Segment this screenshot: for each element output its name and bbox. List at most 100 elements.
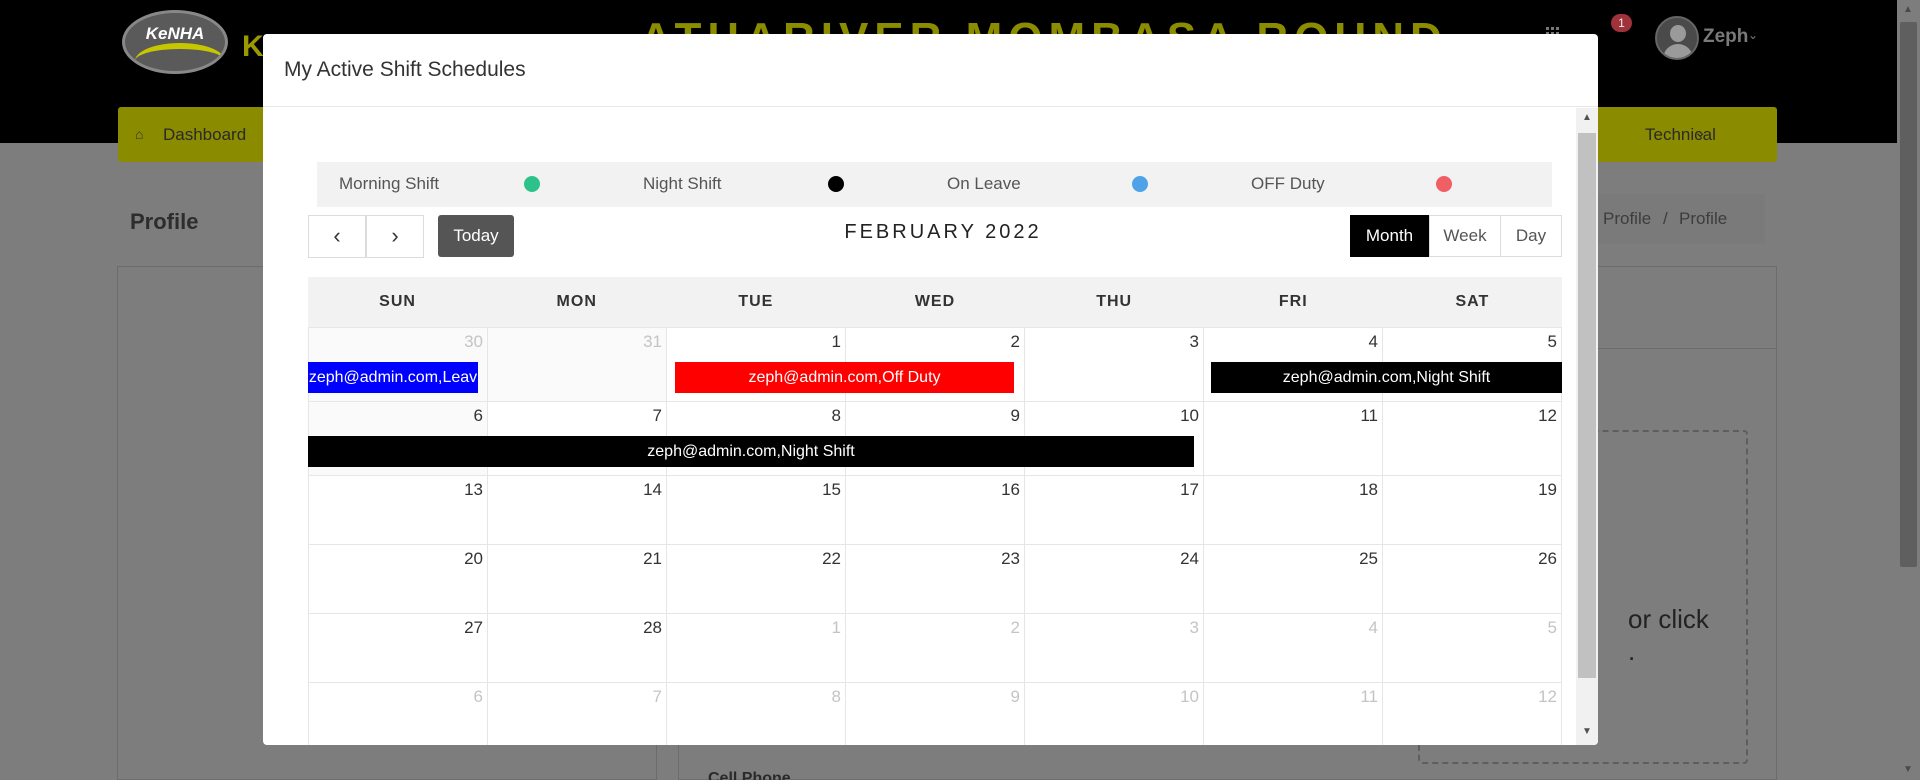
calendar-day-cell[interactable]: 3 — [1025, 328, 1204, 401]
calendar-day-cell[interactable]: 24 — [1025, 545, 1204, 613]
scroll-down-icon[interactable]: ▼ — [1582, 726, 1592, 737]
calendar-day-cell[interactable]: 11 — [1204, 683, 1383, 745]
user-name[interactable]: Zeph — [1703, 26, 1748, 48]
day-number[interactable]: 16 — [1001, 480, 1020, 500]
day-number[interactable]: 3 — [1190, 618, 1199, 638]
day-number[interactable]: 22 — [822, 549, 841, 569]
day-number[interactable]: 21 — [643, 549, 662, 569]
day-number[interactable]: 10 — [1180, 687, 1199, 707]
day-number[interactable]: 31 — [643, 332, 662, 352]
breadcrumb-item[interactable]: Profile — [1603, 209, 1651, 229]
chevron-down-icon[interactable]: ⌄ — [1694, 123, 1707, 141]
today-button[interactable]: Today — [438, 215, 514, 257]
shift-event[interactable]: zeph@admin.com,Night Shift — [1211, 362, 1562, 393]
day-number[interactable]: 11 — [1360, 406, 1378, 426]
calendar-day-cell[interactable]: 23 — [846, 545, 1025, 613]
calendar-day-cell[interactable]: 25 — [1204, 545, 1383, 613]
shift-event[interactable]: zeph@admin.com,Night Shift — [308, 436, 1194, 467]
view-month-button[interactable]: Month — [1350, 215, 1429, 257]
day-number[interactable]: 2 — [1011, 618, 1020, 638]
chevron-down-icon[interactable]: ⌄ — [1748, 28, 1758, 42]
day-number[interactable]: 5 — [1548, 618, 1557, 638]
calendar-day-cell[interactable]: 14 — [488, 476, 667, 544]
day-number[interactable]: 12 — [1538, 687, 1557, 707]
calendar-day-cell[interactable]: 8 — [667, 683, 846, 745]
day-number[interactable]: 17 — [1180, 480, 1199, 500]
calendar-day-cell[interactable]: 5 — [1383, 614, 1562, 682]
calendar-day-cell[interactable]: 4 — [1204, 614, 1383, 682]
day-number[interactable]: 18 — [1359, 480, 1378, 500]
day-number[interactable]: 7 — [653, 406, 662, 426]
calendar-day-cell[interactable]: 15 — [667, 476, 846, 544]
notification-badge[interactable]: 1 — [1611, 14, 1632, 32]
calendar-day-cell[interactable]: 26 — [1383, 545, 1562, 613]
day-number[interactable]: 8 — [832, 687, 841, 707]
day-number[interactable]: 8 — [832, 406, 841, 426]
day-number[interactable]: 13 — [464, 480, 483, 500]
scroll-down-icon[interactable]: ▼ — [1903, 764, 1913, 775]
view-week-button[interactable]: Week — [1429, 215, 1501, 257]
scrollbar-thumb[interactable] — [1900, 22, 1917, 567]
modal-scrollbar[interactable]: ▲ ▼ — [1576, 108, 1598, 745]
day-number[interactable]: 1 — [832, 618, 841, 638]
day-number[interactable]: 4 — [1369, 618, 1378, 638]
calendar-day-cell[interactable]: 18 — [1204, 476, 1383, 544]
day-number[interactable]: 25 — [1359, 549, 1378, 569]
day-number[interactable]: 7 — [653, 687, 662, 707]
calendar-day-cell[interactable]: 12 — [1383, 683, 1562, 745]
view-day-button[interactable]: Day — [1500, 215, 1562, 257]
day-number[interactable]: 11 — [1360, 687, 1378, 707]
day-number[interactable]: 1 — [832, 332, 841, 352]
day-number[interactable]: 6 — [474, 687, 483, 707]
day-number[interactable]: 12 — [1538, 406, 1557, 426]
day-number[interactable]: 5 — [1548, 332, 1557, 352]
calendar-day-cell[interactable]: 2 — [846, 614, 1025, 682]
day-number[interactable]: 19 — [1538, 480, 1557, 500]
day-number[interactable]: 2 — [1011, 332, 1020, 352]
day-number[interactable]: 24 — [1180, 549, 1199, 569]
calendar-day-cell[interactable]: 21 — [488, 545, 667, 613]
user-avatar[interactable] — [1655, 16, 1699, 60]
scroll-up-icon[interactable]: ▲ — [1582, 112, 1592, 123]
calendar-day-cell[interactable]: 28 — [488, 614, 667, 682]
calendar-day-cell[interactable]: 9 — [846, 683, 1025, 745]
shift-event[interactable]: zeph@admin.com,Off Duty — [675, 362, 1014, 393]
prev-month-button[interactable]: ‹ — [308, 215, 366, 258]
day-number[interactable]: 9 — [1011, 687, 1020, 707]
calendar-day-cell[interactable]: 31 — [488, 328, 667, 401]
scroll-up-icon[interactable]: ▲ — [1903, 4, 1913, 15]
calendar-day-cell[interactable]: 17 — [1025, 476, 1204, 544]
calendar-day-cell[interactable]: 13 — [308, 476, 488, 544]
calendar-day-cell[interactable]: 20 — [308, 545, 488, 613]
day-number[interactable]: 4 — [1369, 332, 1378, 352]
shift-event[interactable]: zeph@admin.com,Leav — [308, 362, 478, 393]
calendar-day-cell[interactable]: 16 — [846, 476, 1025, 544]
calendar-day-cell[interactable]: 19 — [1383, 476, 1562, 544]
day-number[interactable]: 23 — [1001, 549, 1020, 569]
day-number[interactable]: 3 — [1190, 332, 1199, 352]
next-month-button[interactable]: › — [366, 215, 424, 258]
day-number[interactable]: 9 — [1011, 406, 1020, 426]
calendar-day-cell[interactable]: 10 — [1025, 683, 1204, 745]
calendar-day-cell[interactable]: 11 — [1204, 402, 1383, 475]
scrollbar-thumb[interactable] — [1578, 133, 1596, 678]
day-number[interactable]: 27 — [464, 618, 483, 638]
nav-item-dashboard[interactable]: Dashboard — [163, 125, 246, 145]
day-number[interactable]: 28 — [643, 618, 662, 638]
page-scrollbar[interactable]: ▲ ▼ — [1897, 0, 1920, 780]
calendar-day-cell[interactable]: 6 — [308, 683, 488, 745]
calendar-day-cell[interactable]: 3 — [1025, 614, 1204, 682]
day-number[interactable]: 20 — [464, 549, 483, 569]
day-number[interactable]: 15 — [822, 480, 841, 500]
home-icon[interactable]: ⌂ — [135, 126, 143, 142]
day-number[interactable]: 6 — [474, 406, 483, 426]
calendar-day-cell[interactable]: 1 — [667, 614, 846, 682]
calendar-day-cell[interactable]: 12 — [1383, 402, 1562, 475]
calendar-day-cell[interactable]: 22 — [667, 545, 846, 613]
day-number[interactable]: 14 — [643, 480, 662, 500]
day-number[interactable]: 26 — [1538, 549, 1557, 569]
calendar-day-cell[interactable]: 27 — [308, 614, 488, 682]
day-number[interactable]: 10 — [1180, 406, 1199, 426]
day-number[interactable]: 30 — [464, 332, 483, 352]
calendar-day-cell[interactable]: 7 — [488, 683, 667, 745]
